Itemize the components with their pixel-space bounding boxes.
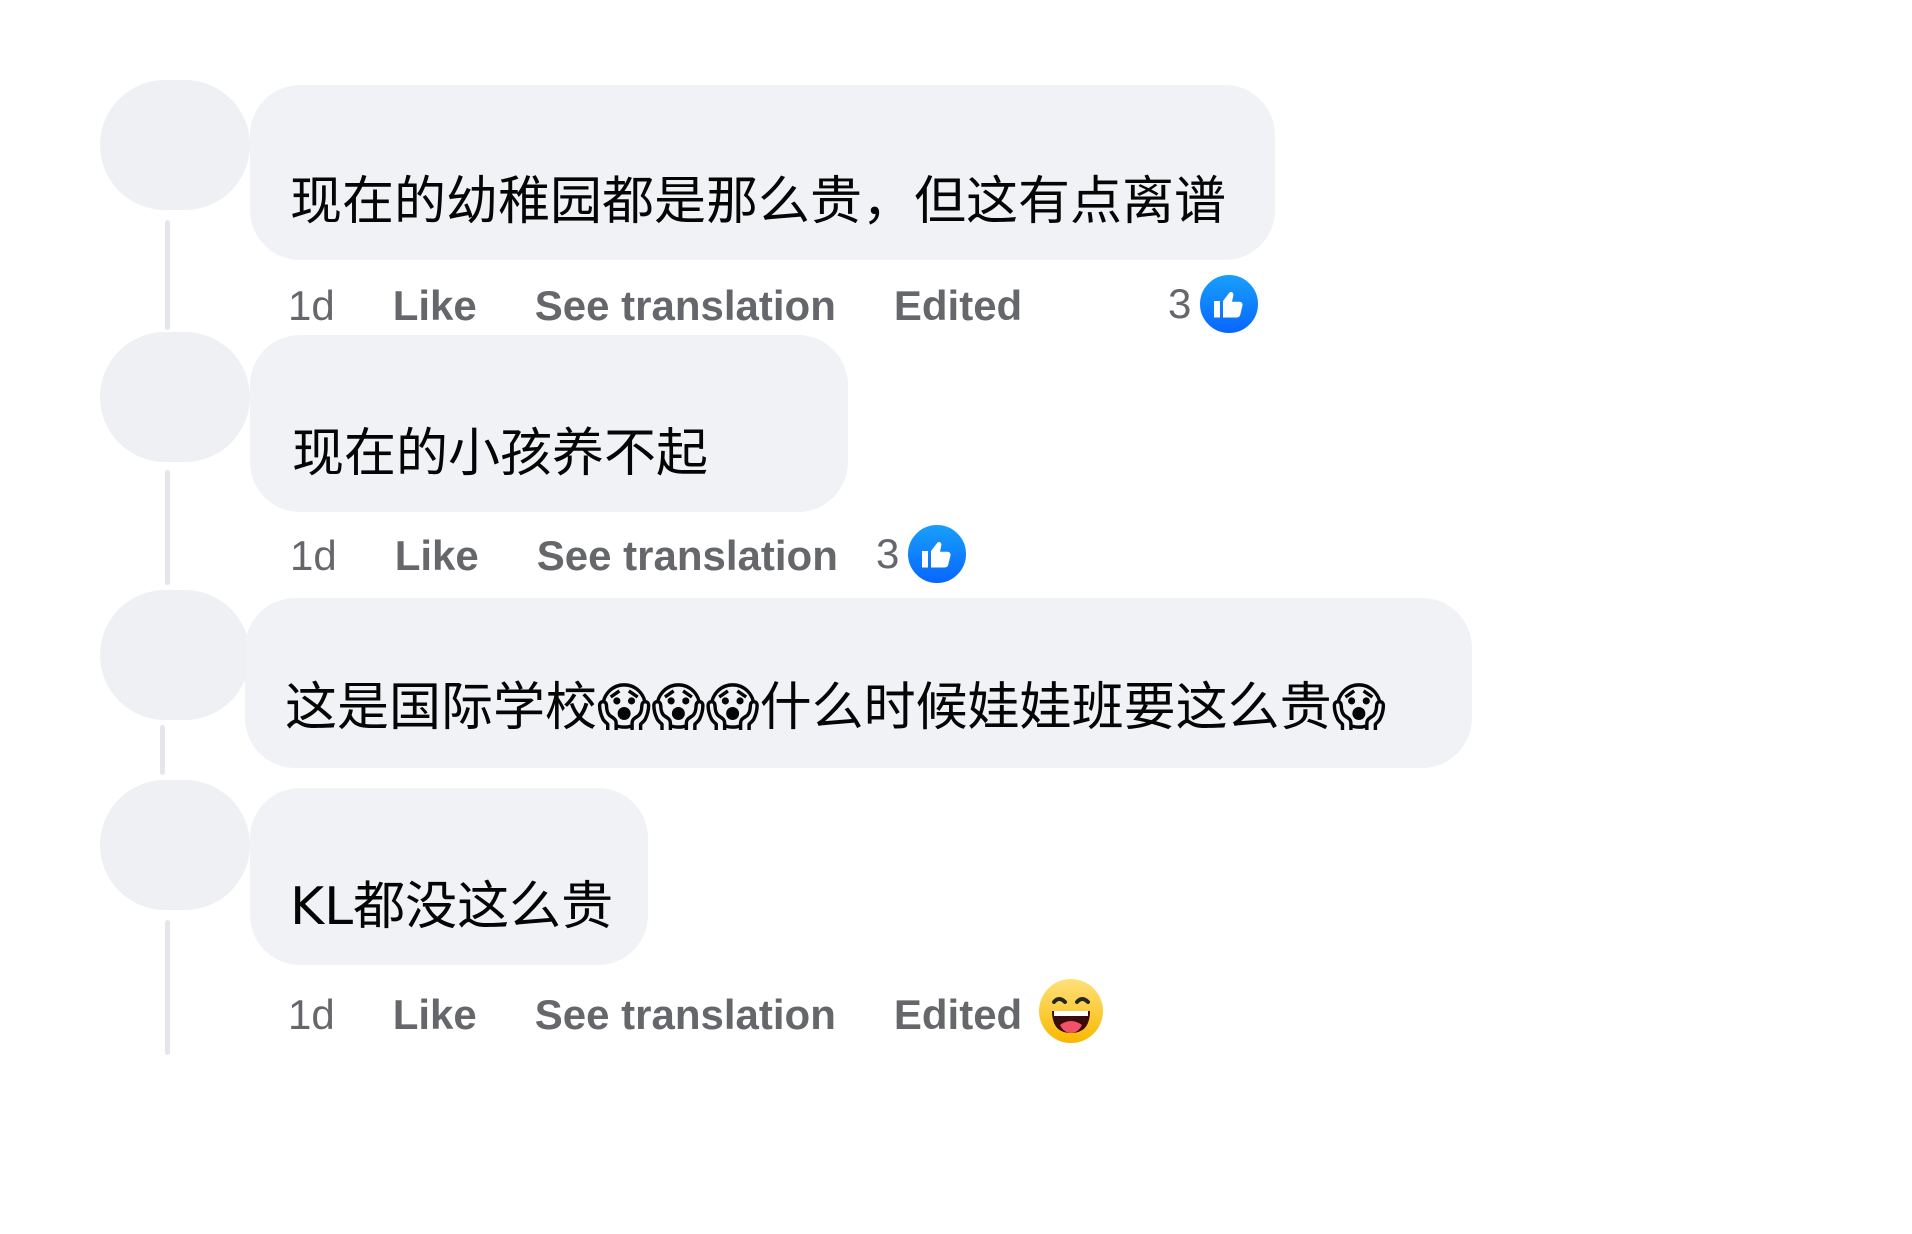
thread-line	[165, 920, 170, 1055]
reaction-summary[interactable]: 3	[876, 521, 970, 587]
avatar[interactable]	[100, 780, 250, 910]
like-button[interactable]: Like	[395, 532, 479, 580]
thread-line	[165, 470, 170, 585]
scream-emoji: 😱	[597, 678, 652, 738]
comment-actions: 1d Like See translation Edited	[288, 985, 1022, 1045]
comment-timestamp[interactable]: 1d	[290, 532, 337, 580]
avatar[interactable]	[100, 80, 250, 210]
reaction-summary[interactable]	[1038, 978, 1104, 1044]
like-button[interactable]: Like	[393, 282, 477, 330]
comment-text-part: 这是国际学校	[285, 678, 598, 738]
edited-label[interactable]: Edited	[894, 991, 1022, 1039]
comment-text: 现在的幼稚园都是那么贵，但这有点离谱	[290, 172, 1227, 232]
comment-text: 这是国际学校😱😱😱什么时候娃娃班要这么贵😱	[285, 678, 1386, 738]
comment-text: 现在的小孩养不起	[292, 424, 709, 484]
scream-emoji: 😱	[651, 678, 706, 738]
avatar[interactable]	[100, 590, 250, 720]
like-icon	[1197, 272, 1262, 336]
comment-text: KL都没这么贵	[290, 877, 614, 937]
comment-bubble: 这是国际学校😱😱😱什么时候娃娃班要这么贵😱	[245, 598, 1472, 768]
comment-actions: 1d Like See translation	[290, 526, 896, 586]
avatar[interactable]	[100, 332, 250, 462]
like-button[interactable]: Like	[393, 991, 477, 1039]
comment-actions: 1d Like See translation Edited	[288, 276, 1022, 336]
comment-text-part: 什么时候娃娃班要这么贵	[759, 678, 1332, 738]
see-translation-link[interactable]: See translation	[537, 532, 838, 580]
comment-thread: 现在的幼稚园都是那么贵，但这有点离谱 1d Like See translati…	[0, 0, 1912, 1234]
thread-line	[160, 725, 165, 775]
like-icon	[905, 522, 970, 586]
reaction-count: 3	[1168, 280, 1192, 327]
thread-line	[165, 220, 170, 330]
reaction-count: 3	[876, 530, 900, 577]
comment-bubble: 现在的幼稚园都是那么贵，但这有点离谱	[250, 85, 1275, 260]
comment-timestamp[interactable]: 1d	[288, 991, 335, 1039]
see-translation-link[interactable]: See translation	[535, 991, 836, 1039]
edited-label[interactable]: Edited	[894, 282, 1022, 330]
scream-emoji: 😱	[705, 678, 760, 738]
haha-icon	[1038, 978, 1104, 1044]
comment-bubble: KL都没这么贵	[250, 788, 648, 965]
comment-timestamp[interactable]: 1d	[288, 282, 335, 330]
see-translation-link[interactable]: See translation	[535, 282, 836, 330]
comment-bubble: 现在的小孩养不起	[250, 335, 848, 512]
reaction-summary[interactable]: 3	[1168, 271, 1262, 337]
scream-emoji: 😱	[1331, 678, 1386, 738]
